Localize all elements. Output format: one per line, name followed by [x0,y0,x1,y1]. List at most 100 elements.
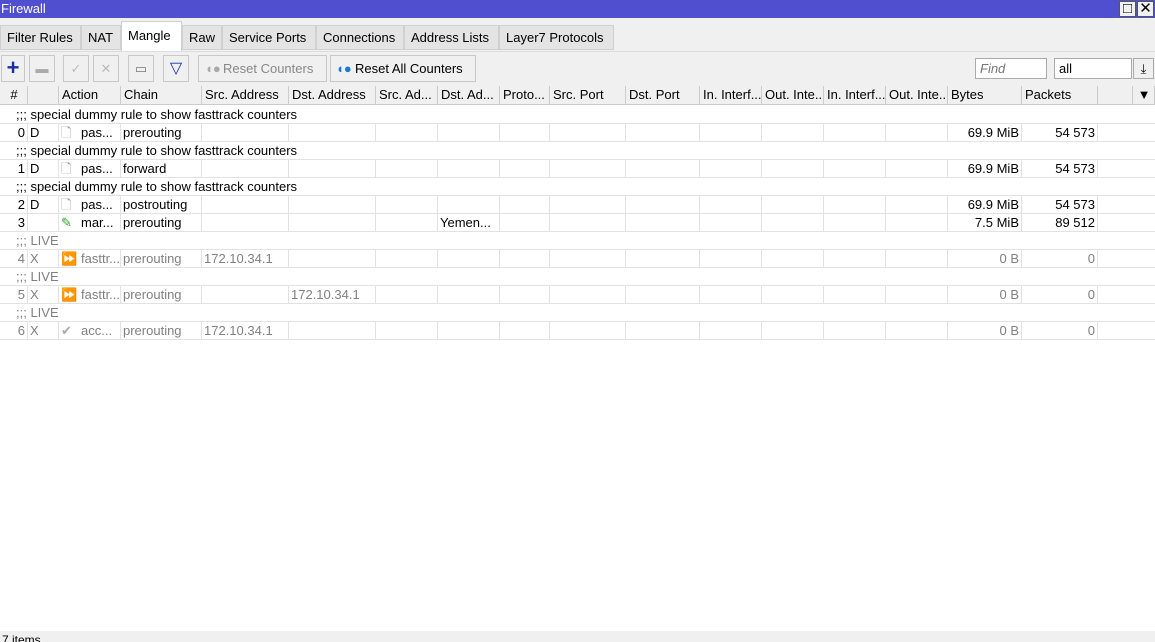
empty-cell [824,250,886,268]
mangle-rules-table: # Action Chain Src. Address Dst. Address Src.… [0,86,1155,631]
tab-address-lists[interactable]: Address Lists [404,25,499,50]
column-header[interactable]: Action [59,86,121,104]
find-input[interactable] [975,58,1047,79]
column-header[interactable]: Dst. Ad... [438,86,500,104]
table-row[interactable]: 3 ✎ mar... prerouting Yemen... 7.5 MiB 89 512 [0,214,1155,232]
reset-counters-button[interactable]: ◖● Reset Counters [198,55,327,82]
table-row[interactable]: 6 X ✔ acc... prerouting 172.10.34.1 0 B0 [0,322,1155,340]
action-cell: ✎ mar... [59,214,121,232]
filter-dropdown-button[interactable]: ⤓ [1133,58,1154,79]
empty-cell [626,214,700,232]
rule-comment-row[interactable]: ;;; special dummy rule to show fasttrack… [0,142,1155,160]
empty-cell [824,322,886,340]
empty-cell [886,214,948,232]
column-header[interactable] [1098,86,1133,104]
rule-flag: X [28,322,59,340]
empty-cell [762,214,824,232]
rule-comment-row[interactable]: ;;; LIVE [0,232,1155,250]
tab-filter-rules[interactable]: Filter Rules [0,25,81,50]
tab-connections[interactable]: Connections [316,25,404,50]
maximize-button[interactable]: □ [1119,1,1136,17]
column-header[interactable]: Proto... [500,86,550,104]
column-header[interactable]: Src. Ad... [376,86,438,104]
enable-button[interactable]: ✓ [63,55,89,82]
column-header[interactable]: Out. Inte... [886,86,948,104]
empty-cell [626,196,700,214]
rule-flag: X [28,250,59,268]
empty-cell [550,196,626,214]
empty-cell [824,196,886,214]
tab-raw[interactable]: Raw [182,25,222,50]
empty-cell [762,250,824,268]
rule-comment-row[interactable]: ;;; LIVE [0,268,1155,286]
empty-cell [886,196,948,214]
columns-menu-icon[interactable]: ▼ [1133,86,1155,104]
column-header[interactable]: Dst. Address [289,86,376,104]
close-button[interactable]: ✕ [1137,1,1154,17]
empty-cell [500,322,550,340]
column-header[interactable]: In. Interf... [824,86,886,104]
plus-icon: + [6,55,20,80]
dst-address-list-cell [438,286,500,304]
column-header[interactable]: In. Interf... [700,86,762,104]
column-header[interactable]: Chain [121,86,202,104]
packets-cell: 54 573 [1022,160,1098,178]
empty-cell [762,322,824,340]
table-row[interactable]: 2 D 🗋 pas... postrouting 69.9 MiB 54 573 [0,196,1155,214]
empty-cell [700,124,762,142]
empty-cell [500,196,550,214]
column-header[interactable] [28,86,59,104]
fasttrack-icon: ⏩ [61,287,78,302]
x-icon: ✕ [100,61,112,76]
passthrough-icon: 🗋 [61,125,72,140]
rule-comment: ;;; special dummy rule to show fasttrack… [16,107,298,122]
dst-address-cell [289,250,376,268]
rule-comment-row[interactable]: ;;; special dummy rule to show fasttrack… [0,106,1155,124]
action-label: pas... [81,161,113,176]
tab-service-ports[interactable]: Service Ports [222,25,316,50]
action-cell: 🗋 pas... [59,196,121,214]
empty-cell [626,286,700,304]
bytes-cell: 0 B [948,322,1022,340]
bytes-cell: 69.9 MiB [948,160,1022,178]
empty-cell [886,160,948,178]
rule-flag: D [28,160,59,178]
disable-button[interactable]: ✕ [93,55,119,82]
filter-button[interactable]: ▽ [163,55,189,82]
rule-comment-row[interactable]: ;;; special dummy rule to show fasttrack… [0,178,1155,196]
table-row[interactable]: 5 X ⏩ fasttr... prerouting 172.10.34.1 0 B0 [0,286,1155,304]
rule-comment-row[interactable]: ;;; LIVE [0,304,1155,322]
remove-button[interactable]: ▬ [29,55,55,82]
column-header[interactable]: Out. Inte... [762,86,824,104]
window-title: Firewall [1,1,46,16]
dst-address-list-cell [438,124,500,142]
tab-layer7-protocols[interactable]: Layer7 Protocols [499,25,614,50]
reset-all-counters-button[interactable]: ◖● Reset All Counters [330,55,476,82]
dst-address-cell [289,196,376,214]
add-button[interactable]: + [1,55,25,82]
column-header[interactable]: # [0,86,28,104]
table-row[interactable]: 1 D 🗋 pas... forward 69.9 MiB 54 573 [0,160,1155,178]
item-count: 7 items [2,633,41,642]
dst-address-cell [289,124,376,142]
rule-number: 1 [0,160,28,178]
tab-mangle[interactable]: Mangle [121,21,182,51]
column-header[interactable]: Dst. Port [626,86,700,104]
column-header[interactable]: Packets [1022,86,1098,104]
rule-number: 3 [0,214,28,232]
status-bar: 7 items [0,631,1155,642]
rule-comment: ;;; LIVE [16,305,59,320]
table-row[interactable]: 0 D 🗋 pas... prerouting 69.9 MiB 54 573 [0,124,1155,142]
table-row[interactable]: 4 X ⏩ fasttr... prerouting 172.10.34.1 0 B0 [0,250,1155,268]
filter-select[interactable]: all [1054,58,1132,79]
reset-icon: ◖● [336,61,352,76]
comment-button[interactable]: ▭ [128,55,154,82]
action-label: mar... [81,215,114,230]
column-header[interactable]: Bytes [948,86,1022,104]
empty-cell [762,160,824,178]
tab-nat[interactable]: NAT [81,25,121,50]
empty-cell [550,214,626,232]
column-header[interactable]: Src. Address [202,86,289,104]
column-header[interactable]: Src. Port [550,86,626,104]
src-address-cell: 172.10.34.1 [202,250,289,268]
